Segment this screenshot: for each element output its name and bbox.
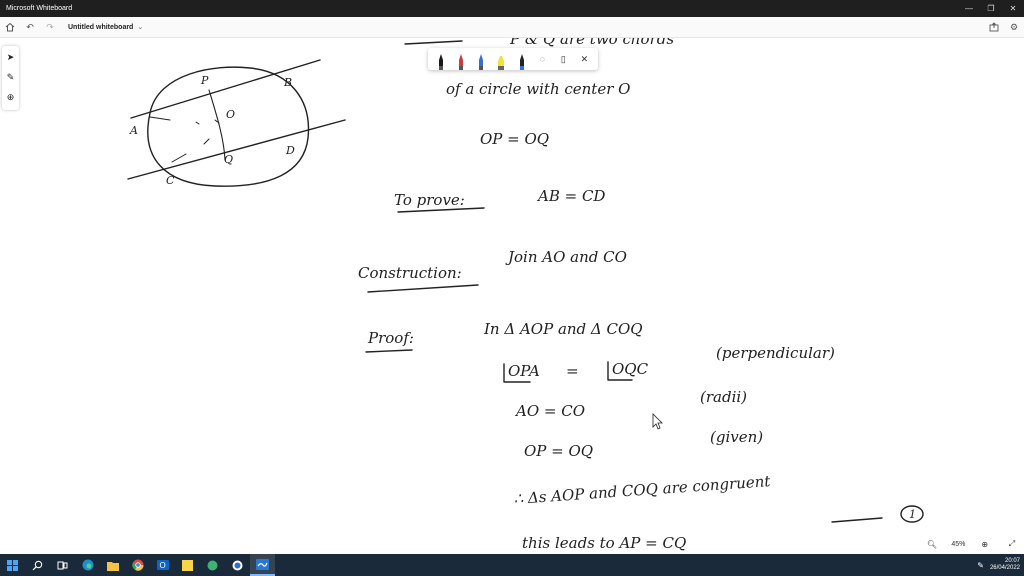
document-title: Untitled whiteboard [68,23,134,31]
ruler-icon[interactable]: ▯ [554,48,573,70]
zoom-out-icon[interactable]: 🔍︎ [924,536,940,552]
dark-pen-icon[interactable] [513,48,531,70]
settings-icon[interactable]: ⚙ [1004,17,1024,37]
top-underline [404,40,463,45]
select-arrow-icon[interactable]: ➤ [3,49,18,66]
dash-1 [195,121,200,125]
app-blue-icon[interactable] [225,554,250,576]
perpendicular-op [208,89,226,161]
label-p: P [200,74,209,87]
black-pen-icon[interactable] [432,48,450,70]
add-icon[interactable]: ⊕ [3,89,18,106]
task-view-icon[interactable] [50,554,75,576]
windows-start-icon[interactable] [0,554,25,576]
red-pen-icon[interactable] [452,48,470,70]
note-op-oq: OP = OQ [480,130,549,148]
result-dash [831,517,883,523]
ink-layer: P B A O Q D C P & Q are two chords of a … [127,38,924,552]
title-bar: Microsoft Whiteboard — ❐ ✕ [0,0,1024,17]
redo-icon[interactable]: ↷ [40,17,60,37]
proof-underline [365,349,413,353]
whiteboard-icon[interactable] [250,554,275,576]
close-icon[interactable]: ✕ [1002,0,1024,17]
radius-ao [149,116,171,121]
clock[interactable]: 20:07 26/04/2022 [990,558,1020,572]
fit-screen-icon[interactable]: ⤢ [1004,536,1020,552]
ink-palette: ◌ ▯ ✕ [428,48,598,70]
document-title-button[interactable]: Untitled whiteboard ⌄ [68,23,144,32]
undo-icon[interactable]: ↶ [20,17,40,37]
yellow-highlighter-icon[interactable] [492,48,510,70]
radius-co [171,153,187,163]
proof-line-2-left: OPA [508,362,540,380]
proof-line-5: ∴ Δs AOP and COQ are congruent [513,472,772,508]
app-green-icon[interactable] [200,554,225,576]
dash-2 [203,138,210,145]
edge-icon[interactable] [75,554,100,576]
to-prove-label: To prove: [394,191,465,209]
chord-cd [127,119,346,180]
proof-line-3-reason: (radii) [700,388,747,406]
handwritten-notes: P & Q are two chords of a circle with ce… [358,38,924,552]
whiteboard-window: Microsoft Whiteboard — ❐ ✕ ↶ ↷ Untitled … [0,0,1024,576]
chevron-down-icon: ⌄ [137,24,144,31]
minimize-icon[interactable]: — [958,0,980,17]
label-b: B [283,76,292,89]
label-o: O [226,108,235,121]
proof-line-4: OP = OQ [524,442,593,460]
pen-tray-icon[interactable]: ✎ [977,561,984,570]
app-title: Microsoft Whiteboard [6,5,73,12]
construction-text: Join AO and CO [505,248,627,266]
proof-line-2-right: OQC [612,360,649,378]
share-icon[interactable] [984,17,1004,37]
note-given: P & Q are two chords [509,38,674,48]
result-marker-number: 1 [909,508,916,521]
proof-line-2-eq: = [566,362,579,380]
geometry-diagram: P B A O Q D C [127,59,346,187]
clock-date: 26/04/2022 [989,565,1020,571]
chrome-icon[interactable] [125,554,150,576]
pen-icon[interactable]: ✎ [3,69,18,86]
proof-line-1: In Δ AOP and Δ COQ [483,320,643,338]
svg-text:O: O [159,561,165,570]
label-q: Q [224,153,233,166]
search-icon[interactable] [25,554,50,576]
proof-line-2-reason: (perpendicular) [716,344,835,362]
construction-underline [367,284,479,293]
proof-label: Proof: [367,329,414,347]
label-c: C [166,174,175,187]
file-explorer-icon[interactable] [100,554,125,576]
lasso-icon[interactable]: ◌ [533,48,552,70]
windows-taskbar: O ✎ 20:07 26/04/2022 [0,554,1024,576]
note-circle: of a circle with center O [446,80,630,98]
zoom-level[interactable]: 45% [951,541,965,548]
cursor-icon [652,413,663,430]
home-icon[interactable] [0,17,20,37]
proof-line-4-reason: (given) [710,428,763,446]
blue-pen-icon[interactable] [472,48,490,70]
outlook-icon[interactable]: O [150,554,175,576]
to-prove-eq: AB = CD [536,187,605,205]
label-a: A [129,124,138,137]
app-toolbar: ↶ ↷ Untitled whiteboard ⌄ ⚙ [0,17,1024,38]
proof-line-6: this leads to AP = CQ [522,534,686,552]
label-d: D [285,144,295,157]
zoom-control: 🔍︎ 45% ⊕ ⤢ [920,536,1024,552]
left-tool-rail: ➤ ✎ ⊕ [2,46,19,110]
construction-label: Construction: [358,264,462,282]
system-tray: ✎ 20:07 26/04/2022 [977,558,1024,572]
whiteboard-canvas[interactable]: P B A O Q D C P & Q are two chords of a … [0,38,1024,554]
close-icon[interactable]: ✕ [575,48,594,70]
proof-line-3: AO = CO [514,402,585,420]
sticky-notes-icon[interactable] [175,554,200,576]
clock-time: 20:07 [1004,558,1020,564]
zoom-in-icon[interactable]: ⊕ [977,536,993,552]
restore-icon[interactable]: ❐ [980,0,1002,17]
